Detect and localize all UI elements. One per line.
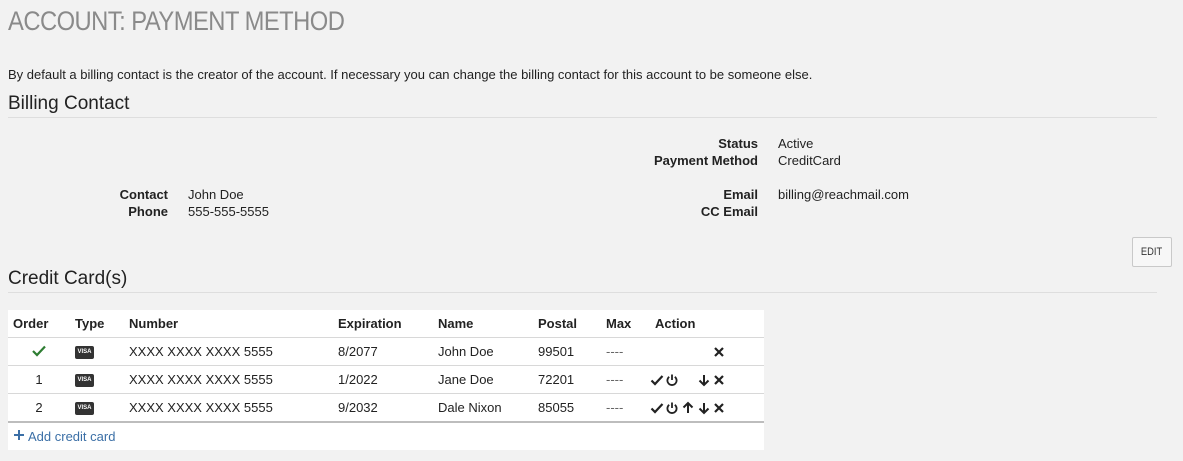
add-credit-card-link[interactable]: Add credit card bbox=[13, 429, 115, 444]
column-header-action: Action bbox=[650, 310, 764, 338]
status-label: Status bbox=[718, 136, 758, 151]
column-header-order: Order bbox=[8, 310, 70, 338]
number-cell: XXXX XXXX XXXX 5555 bbox=[124, 393, 333, 423]
credit-cards-heading: Credit Card(s) bbox=[8, 268, 128, 289]
page-title: ACCOUNT: PAYMENT METHOD bbox=[8, 6, 345, 36]
contact-label: Contact bbox=[119, 187, 168, 202]
action-cell bbox=[650, 337, 764, 366]
max-cell: ---- bbox=[601, 365, 650, 394]
column-header-number: Number bbox=[124, 310, 333, 338]
column-header-max: Max bbox=[601, 310, 650, 338]
phone-label: Phone bbox=[128, 204, 168, 219]
intro-text: By default a billing contact is the crea… bbox=[8, 67, 813, 82]
status-value: Active bbox=[778, 136, 814, 151]
email-value: billing@reachmail.com bbox=[778, 187, 909, 202]
postal-cell: 85055 bbox=[533, 393, 601, 423]
billing-contact-heading: Billing Contact bbox=[8, 93, 130, 114]
move-up-icon[interactable] bbox=[681, 401, 695, 415]
checkmark-icon bbox=[32, 345, 46, 360]
credit-card-table: Order Type Number Expiration Name Postal… bbox=[8, 310, 764, 423]
expiration-cell: 8/2077 bbox=[333, 337, 433, 366]
add-credit-card-label: Add credit card bbox=[28, 429, 116, 444]
order-cell bbox=[8, 337, 70, 366]
type-cell: VISA bbox=[70, 365, 124, 394]
order-cell: 1 bbox=[8, 365, 70, 394]
expiration-cell: 1/2022 bbox=[333, 365, 433, 394]
table-row: 1 VISA XXXX XXXX XXXX 5555 1/2022 Jane D… bbox=[8, 365, 764, 394]
set-default-check-icon[interactable] bbox=[650, 401, 664, 415]
name-cell: Dale Nixon bbox=[433, 393, 533, 423]
delete-icon[interactable] bbox=[712, 345, 726, 359]
power-icon[interactable] bbox=[665, 373, 679, 387]
divider bbox=[8, 117, 1157, 118]
action-cell bbox=[650, 365, 764, 394]
table-header-row: Order Type Number Expiration Name Postal… bbox=[8, 310, 764, 338]
name-cell: Jane Doe bbox=[433, 365, 533, 394]
max-cell: ---- bbox=[601, 337, 650, 366]
table-row: 2 VISA XXXX XXXX XXXX 5555 9/2032 Dale N… bbox=[8, 393, 764, 423]
expiration-cell: 9/2032 bbox=[333, 393, 433, 423]
edit-button[interactable]: EDIT bbox=[1132, 237, 1172, 267]
payment-method-page: ACCOUNT: PAYMENT METHOD By default a bil… bbox=[0, 0, 1183, 461]
delete-icon[interactable] bbox=[712, 373, 726, 387]
name-cell: John Doe bbox=[433, 337, 533, 366]
visa-card-icon: VISA bbox=[75, 402, 94, 416]
type-cell: VISA bbox=[70, 393, 124, 423]
move-down-icon[interactable] bbox=[697, 373, 711, 387]
visa-card-icon: VISA bbox=[75, 346, 94, 360]
move-down-icon[interactable] bbox=[697, 401, 711, 415]
column-header-expiration: Expiration bbox=[333, 310, 433, 338]
power-icon[interactable] bbox=[665, 401, 679, 415]
credit-card-panel: Order Type Number Expiration Name Postal… bbox=[8, 310, 764, 450]
divider bbox=[8, 292, 1157, 293]
number-cell: XXXX XXXX XXXX 5555 bbox=[124, 337, 333, 366]
postal-cell: 72201 bbox=[533, 365, 601, 394]
type-cell: VISA bbox=[70, 337, 124, 366]
phone-value: 555-555-5555 bbox=[188, 204, 269, 219]
column-header-postal: Postal bbox=[533, 310, 601, 338]
cc-email-label: CC Email bbox=[700, 204, 758, 219]
email-label: Email bbox=[723, 187, 758, 202]
number-cell: XXXX XXXX XXXX 5555 bbox=[124, 365, 333, 394]
plus-icon bbox=[13, 429, 25, 444]
column-header-name: Name bbox=[433, 310, 533, 338]
delete-icon[interactable] bbox=[712, 401, 726, 415]
payment-method-label: Payment Method bbox=[653, 153, 758, 168]
visa-card-icon: VISA bbox=[75, 374, 94, 388]
payment-method-value: CreditCard bbox=[778, 153, 841, 168]
column-header-type: Type bbox=[70, 310, 124, 338]
max-cell: ---- bbox=[601, 393, 650, 423]
table-row: VISA XXXX XXXX XXXX 5555 8/2077 John Doe… bbox=[8, 337, 764, 366]
set-default-check-icon[interactable] bbox=[650, 373, 664, 387]
action-cell bbox=[650, 393, 764, 423]
contact-value: John Doe bbox=[188, 187, 244, 202]
postal-cell: 99501 bbox=[533, 337, 601, 366]
edit-button-label: EDIT bbox=[1141, 246, 1163, 258]
order-cell: 2 bbox=[8, 393, 70, 423]
